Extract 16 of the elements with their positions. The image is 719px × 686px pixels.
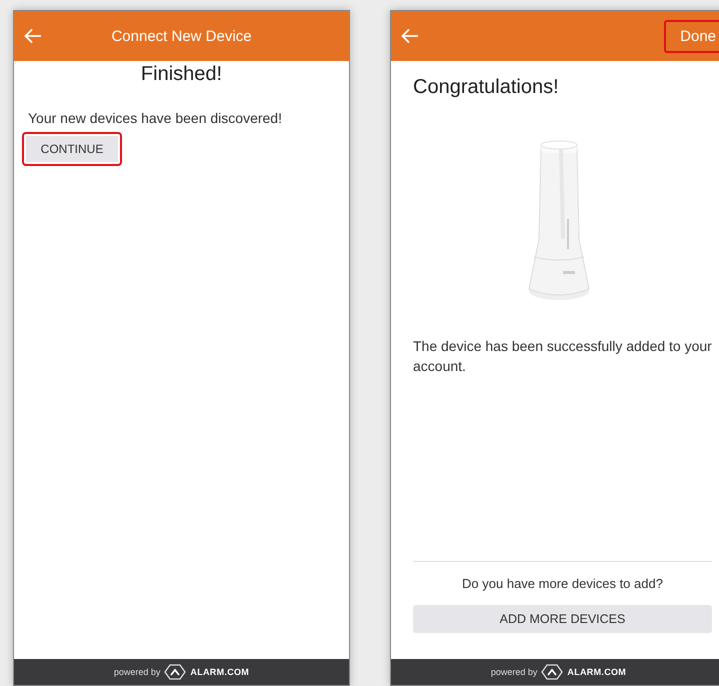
prompt-text: Do you have more devices to add? — [461, 576, 664, 591]
back-arrow-icon[interactable] — [401, 28, 419, 44]
powered-by-text: powered by — [490, 667, 538, 677]
logo-icon — [541, 664, 564, 680]
heading: Finished! — [140, 63, 224, 86]
powered-by-text: powered by — [114, 667, 160, 677]
brand-text: ALARM.COM — [190, 667, 250, 677]
brand-text: ALARM.COM — [567, 667, 626, 677]
heading: Congratulations! — [413, 76, 560, 99]
logo-icon — [164, 664, 186, 680]
header-title: Connect New Device — [110, 28, 253, 44]
back-arrow-icon[interactable] — [24, 28, 42, 44]
add-more-devices-button[interactable]: ADD MORE DEVICES — [413, 605, 712, 633]
message-text: The device has been successfully added to your account. — [413, 337, 712, 376]
continue-button[interactable]: CONTINUE — [22, 132, 122, 166]
message-text: Your new devices have been discovered! — [28, 110, 283, 126]
